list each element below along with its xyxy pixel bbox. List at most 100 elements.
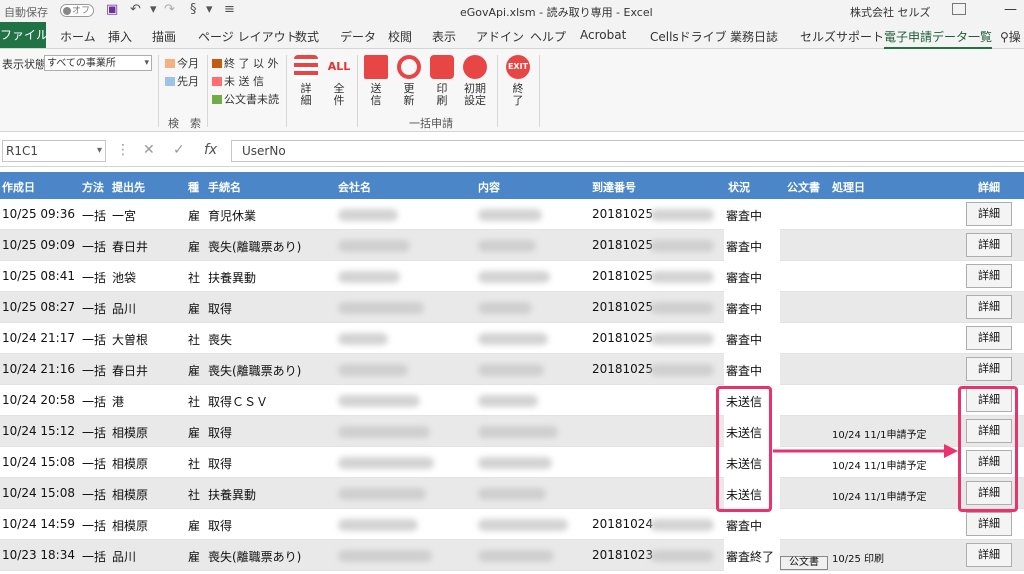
redo-icon[interactable]: ↷ bbox=[164, 2, 175, 17]
tab-home[interactable]: ホーム bbox=[60, 28, 96, 45]
cell-status: 審査中 bbox=[726, 302, 763, 316]
row-detail-button[interactable]: 詳細 bbox=[966, 264, 1012, 288]
tab-insert[interactable]: 挿入 bbox=[108, 28, 132, 45]
tab-work-diary[interactable]: 業務日誌 bbox=[730, 28, 778, 45]
send-button[interactable]: 送信 bbox=[361, 55, 391, 107]
row-detail-button[interactable]: 詳細 bbox=[966, 357, 1012, 381]
row-detail-button[interactable]: 詳細 bbox=[966, 512, 1012, 536]
tab-e-application-list[interactable]: 電子申請データ一覧 bbox=[884, 28, 993, 49]
customize-toolbar-icon[interactable]: ≡ bbox=[224, 2, 235, 17]
cell-procedure: 扶養異動 bbox=[208, 488, 257, 502]
tab-cells-drive[interactable]: Cellsドライブ bbox=[650, 28, 727, 45]
save-icon[interactable]: ▣ bbox=[106, 2, 118, 17]
row-detail-button[interactable]: 詳細 bbox=[966, 295, 1012, 319]
quick-access-dropdown-icon[interactable]: ▾ bbox=[206, 2, 213, 17]
all-records-button[interactable]: ALL 全件 bbox=[324, 55, 354, 107]
cell-created: 10/24 20:58 bbox=[2, 393, 75, 407]
table-row[interactable]: 10/24 14:59 一括 相模原 雇取得 20181024 審査中 詳細 bbox=[0, 509, 1024, 540]
detail-view-button[interactable]: 詳細 bbox=[291, 55, 321, 107]
blurred-arrival-suffix bbox=[650, 302, 714, 314]
table-row[interactable]: 10/24 15:08 一括 相模原社扶養異動 未送信 10/24 11/1申請予定 詳細 bbox=[0, 478, 1024, 509]
tab-draw[interactable]: 描画 bbox=[152, 28, 176, 45]
undo-dropdown-icon[interactable]: ▾ bbox=[150, 2, 157, 17]
update-button[interactable]: 更新 bbox=[394, 55, 424, 107]
quick-access-custom-icon[interactable]: § bbox=[190, 2, 197, 17]
blurred-company bbox=[338, 209, 398, 221]
tab-file[interactable]: ファイル bbox=[0, 22, 48, 48]
tab-addins[interactable]: アドイン bbox=[476, 28, 524, 45]
cell-dest: 相模原 bbox=[112, 457, 149, 471]
row-detail-button[interactable]: 詳細 bbox=[966, 326, 1012, 350]
table-row[interactable]: 10/24 15:12 一括 相模原雇取得 未送信 10/24 11/1申請予定 詳細 bbox=[0, 416, 1024, 447]
this-month-button[interactable]: 今月 bbox=[165, 55, 199, 71]
tab-data[interactable]: データ bbox=[340, 28, 376, 45]
cell-procedure: 取得 bbox=[208, 457, 233, 471]
prev-month-button[interactable]: 先月 bbox=[165, 73, 199, 89]
ribbon-tabs: ファイル ホーム 挿入 描画 ページ レイアウト 数式 データ 校閲 表示 アド… bbox=[0, 22, 1024, 49]
blurred-company bbox=[338, 519, 418, 531]
ribbon-separator bbox=[207, 55, 208, 127]
blurred-company bbox=[338, 550, 432, 562]
blurred-company bbox=[338, 395, 420, 407]
table-row[interactable]: 10/24 20:58 一括港社取得ＣＳＶ 未送信 詳細 bbox=[0, 385, 1024, 416]
initial-settings-button[interactable]: 初期 設定 bbox=[460, 55, 490, 107]
cell-dest: 春日井 bbox=[112, 364, 149, 378]
cell-dest: 春日井 bbox=[112, 240, 149, 254]
table-row[interactable]: 10/25 08:27 一括 品川 雇取得 20181025 審査中 詳細 bbox=[0, 292, 1024, 323]
detail-buttons-highlight bbox=[958, 386, 1018, 512]
display-state-select[interactable]: すべての事業所 bbox=[44, 55, 152, 71]
table-row[interactable]: 10/25 09:36 一括 一宮 雇育児休業 20181025 審査中 詳細 bbox=[0, 199, 1024, 230]
table-row[interactable]: 10/25 09:09 一括 春日井 雇喪失(離職票あり) 20181025 審査中 詳細 bbox=[0, 230, 1024, 261]
autosave-toggle[interactable]: オフ bbox=[60, 4, 94, 17]
unsent-button[interactable]: 未 送 信 bbox=[212, 73, 264, 89]
blurred-arrival-suffix bbox=[650, 550, 714, 562]
undo-icon[interactable]: ↶ bbox=[130, 2, 141, 17]
header-procedure: 手続名 bbox=[208, 181, 241, 194]
formula-input[interactable]: UserNo bbox=[231, 140, 1024, 162]
cell-arrival: 20181025 bbox=[592, 362, 654, 376]
tab-acrobat[interactable]: Acrobat bbox=[580, 28, 626, 42]
name-box[interactable]: R1C1 bbox=[2, 140, 106, 162]
tab-view[interactable]: 表示 bbox=[432, 28, 456, 45]
blurred-content bbox=[478, 302, 532, 314]
cell-process-date: 10/25 印刷 bbox=[832, 554, 884, 565]
table-row[interactable]: 10/25 08:41 一括 池袋 社扶養異動 20181025 審査中 詳細 bbox=[0, 261, 1024, 292]
tab-formulas[interactable]: 数式 bbox=[295, 28, 319, 45]
account-name[interactable]: 株式会社 セルズ bbox=[850, 4, 931, 20]
tab-page-layout[interactable]: ページ レイアウト bbox=[198, 28, 298, 45]
tab-help[interactable]: ヘルプ bbox=[530, 28, 566, 45]
cell-dest: 相模原 bbox=[112, 488, 149, 502]
ribbon-display-options-icon[interactable] bbox=[952, 3, 966, 15]
minimize-icon[interactable]: — bbox=[1004, 2, 1017, 17]
tab-review[interactable]: 校閲 bbox=[388, 28, 412, 45]
official-doc-button[interactable]: 公文書 bbox=[780, 556, 828, 570]
cell-method: 一括 bbox=[82, 395, 107, 409]
cell-arrival: 20181024 bbox=[592, 517, 654, 531]
table-row[interactable]: 10/24 21:16 一括 春日井 雇喪失(離職票あり) 20181025 審査中 詳細 bbox=[0, 354, 1024, 385]
cell-process-date: 10/24 11/1申請予定 bbox=[832, 492, 927, 503]
formula-bar: R1C1 ⋮ ✕ ✓ fx UserNo bbox=[0, 136, 1024, 167]
table-row[interactable]: 10/24 15:08 一括 相模原社取得 未送信 10/24 11/1申請予定 詳細 bbox=[0, 447, 1024, 478]
blurred-arrival-suffix bbox=[650, 209, 714, 221]
exit-button[interactable]: EXIT 終了 bbox=[503, 55, 533, 107]
table-row[interactable]: 10/23 18:34 一括 品川 雇喪失(離職票あり) 20181023 審査終了 10/… bbox=[0, 540, 1024, 571]
row-detail-button[interactable]: 詳細 bbox=[966, 202, 1012, 226]
unread-docs-button[interactable]: 公文書未読 bbox=[212, 91, 279, 107]
cell-arrival: 20181025 bbox=[592, 300, 654, 314]
cell-dest: 大曽根 bbox=[112, 333, 149, 347]
print-button[interactable]: 印刷 bbox=[427, 55, 457, 107]
row-detail-button[interactable]: 詳細 bbox=[966, 233, 1012, 257]
cell-created: 10/25 08:27 bbox=[2, 300, 75, 314]
cancel-icon[interactable]: ✕ bbox=[143, 142, 155, 158]
enter-icon[interactable]: ✓ bbox=[173, 142, 185, 158]
row-detail-button[interactable]: 詳細 bbox=[966, 543, 1012, 567]
table-row[interactable]: 10/24 21:17 一括 大曽根 社喪失 20181025 審査中 詳細 bbox=[0, 323, 1024, 354]
insert-function-icon[interactable]: fx bbox=[204, 142, 217, 158]
tab-search[interactable]: ⚲操 bbox=[1000, 28, 1021, 45]
blurred-company bbox=[338, 426, 430, 438]
header-created: 作成日 bbox=[2, 181, 35, 194]
except-done-button[interactable]: 終 了 以 外 bbox=[212, 55, 279, 71]
blurred-arrival-suffix bbox=[650, 271, 714, 283]
tab-cells-support[interactable]: セルズサポート bbox=[800, 28, 884, 45]
filter-icon bbox=[212, 77, 222, 86]
